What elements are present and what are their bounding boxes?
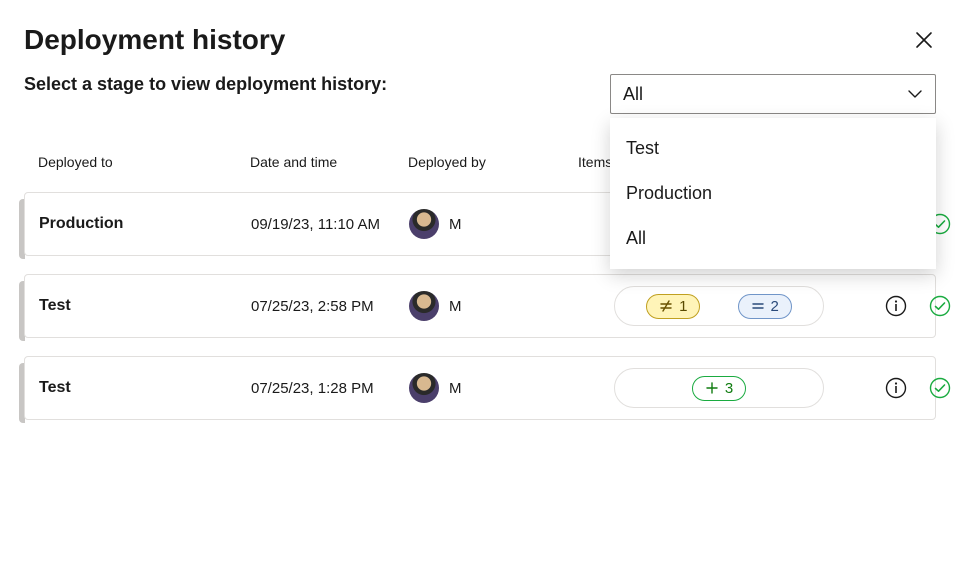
history-row[interactable]: Test 07/25/23, 1:28 PM M 3 <box>24 356 936 420</box>
items-changed-count: 1 <box>679 298 687 315</box>
avatar <box>409 291 439 321</box>
stage-option-test[interactable]: Test <box>610 126 936 171</box>
equal-icon <box>751 299 765 313</box>
datetime-cell: 07/25/23, 1:28 PM <box>251 380 409 397</box>
stage-select[interactable]: All <box>610 74 936 114</box>
close-icon <box>915 31 933 49</box>
items-unchanged-chip[interactable]: 2 <box>738 294 792 319</box>
chevron-down-icon <box>907 86 923 102</box>
stage-cell: Test <box>39 297 251 315</box>
avatar <box>409 209 439 239</box>
datetime-cell: 07/25/23, 2:58 PM <box>251 298 409 315</box>
user-cell: M <box>409 209 579 239</box>
items-group: 1 2 <box>614 286 824 326</box>
info-icon[interactable] <box>885 377 907 399</box>
stage-select-dropdown: Test Production All <box>610 118 936 269</box>
success-icon <box>929 295 951 317</box>
items-changed-chip[interactable]: 1 <box>646 294 700 319</box>
info-icon[interactable] <box>885 295 907 317</box>
plus-icon <box>705 381 719 395</box>
items-added-chip[interactable]: 3 <box>692 376 746 401</box>
stage-option-production[interactable]: Production <box>610 171 936 216</box>
datetime-cell: 09/19/23, 11:10 AM <box>251 216 409 233</box>
user-name: M <box>449 298 462 315</box>
user-name: M <box>449 216 462 233</box>
stage-select-value: All <box>623 84 643 105</box>
user-cell: M <box>409 291 579 321</box>
stage-cell: Production <box>39 215 251 233</box>
col-date-time: Date and time <box>250 154 408 170</box>
stage-option-all[interactable]: All <box>610 216 936 261</box>
items-group: 3 <box>614 368 824 408</box>
items-added-count: 3 <box>725 380 733 397</box>
items-cell: 3 <box>579 368 859 408</box>
col-deployed-by: Deployed by <box>408 154 578 170</box>
not-equal-icon <box>659 299 673 313</box>
items-cell: 1 2 <box>579 286 859 326</box>
page-title: Deployment history <box>24 24 285 56</box>
items-unchanged-count: 2 <box>771 298 779 315</box>
user-cell: M <box>409 373 579 403</box>
close-button[interactable] <box>912 28 936 52</box>
stage-cell: Test <box>39 379 251 397</box>
avatar <box>409 373 439 403</box>
filter-label: Select a stage to view deployment histor… <box>24 74 387 95</box>
success-icon <box>929 377 951 399</box>
user-name: M <box>449 380 462 397</box>
history-row[interactable]: Test 07/25/23, 2:58 PM M 1 2 <box>24 274 936 338</box>
col-deployed-to: Deployed to <box>38 154 250 170</box>
